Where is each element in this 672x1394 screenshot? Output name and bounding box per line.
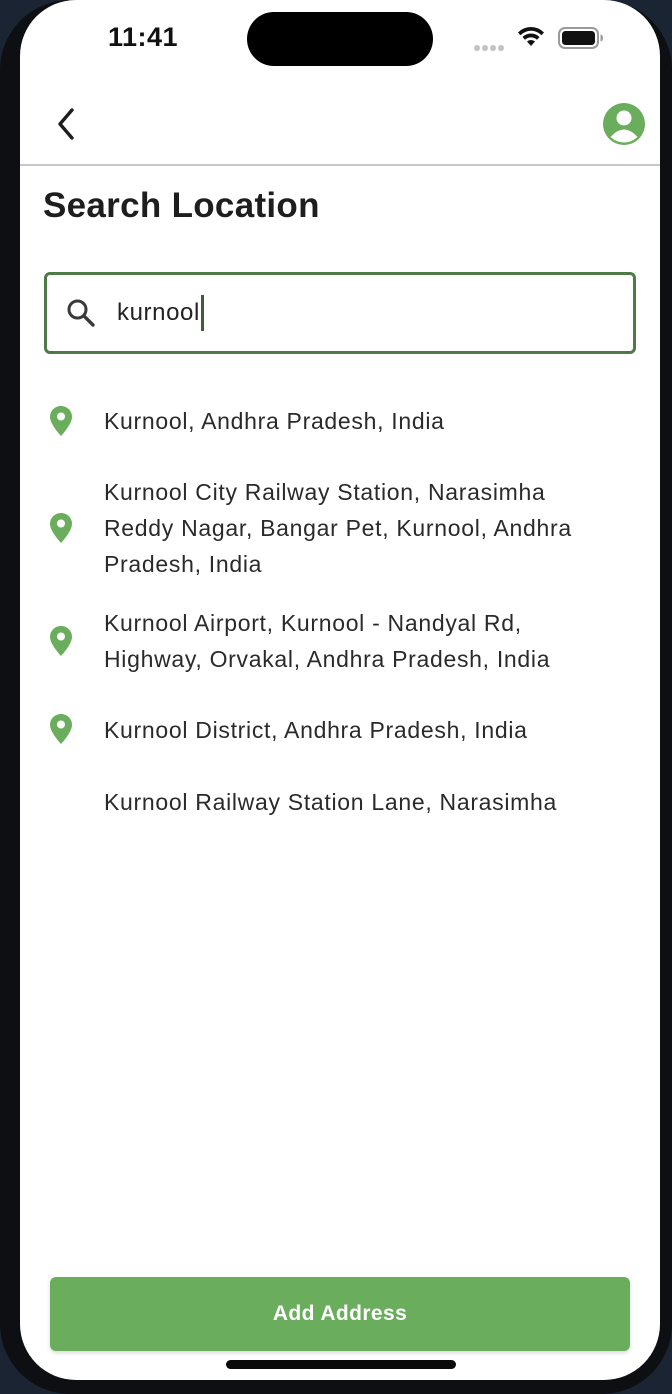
app-header (20, 90, 660, 166)
chevron-left-icon (58, 108, 74, 140)
page-title: Search Location (43, 186, 320, 225)
search-result-item[interactable]: Kurnool Railway Station Lane, Narasimha (20, 768, 660, 832)
search-result-text: Kurnool, Andhra Pradesh, India (104, 408, 445, 434)
location-pin-icon (50, 626, 72, 656)
location-pin-icon (50, 714, 72, 744)
account-circle-icon (603, 103, 645, 145)
dynamic-island (247, 12, 433, 66)
back-button[interactable] (46, 104, 86, 144)
search-icon (67, 299, 95, 327)
location-pin-icon (50, 513, 72, 543)
profile-button[interactable] (602, 102, 646, 146)
search-input-value: kurnool (117, 299, 200, 326)
status-bar: 11:41 (20, 0, 660, 80)
search-input[interactable]: kurnool (117, 293, 204, 333)
search-result-text: Kurnool District, Andhra Pradesh, India (104, 717, 528, 743)
search-result-text: Kurnool City Railway Station, Narasimha … (104, 479, 572, 577)
home-indicator (226, 1360, 456, 1369)
wifi-icon (518, 26, 544, 46)
search-result-item[interactable]: Kurnool, Andhra Pradesh, India (20, 384, 660, 456)
text-caret (200, 295, 204, 331)
screen: 11:41 Search Location kurnool Kurnool, A… (20, 0, 660, 1380)
search-result-text: Kurnool Railway Station Lane, Narasimha (104, 789, 558, 815)
search-result-item[interactable]: Kurnool Airport, Kurnool - Nandyal Rd, H… (20, 604, 660, 682)
battery-icon (558, 27, 603, 49)
search-field[interactable]: kurnool (44, 272, 636, 354)
search-result-item[interactable]: Kurnool District, Andhra Pradesh, India (20, 696, 660, 760)
search-result-text: Kurnool Airport, Kurnool - Nandyal Rd, H… (104, 610, 551, 672)
location-pin-icon (50, 406, 72, 436)
search-result-item[interactable]: Kurnool City Railway Station, Narasimha … (20, 474, 660, 586)
phone-frame: 11:41 Search Location kurnool Kurnool, A… (0, 0, 672, 1394)
status-time: 11:41 (108, 22, 179, 52)
cellular-signal-icon (474, 38, 508, 51)
add-address-button[interactable]: Add Address (50, 1277, 630, 1351)
